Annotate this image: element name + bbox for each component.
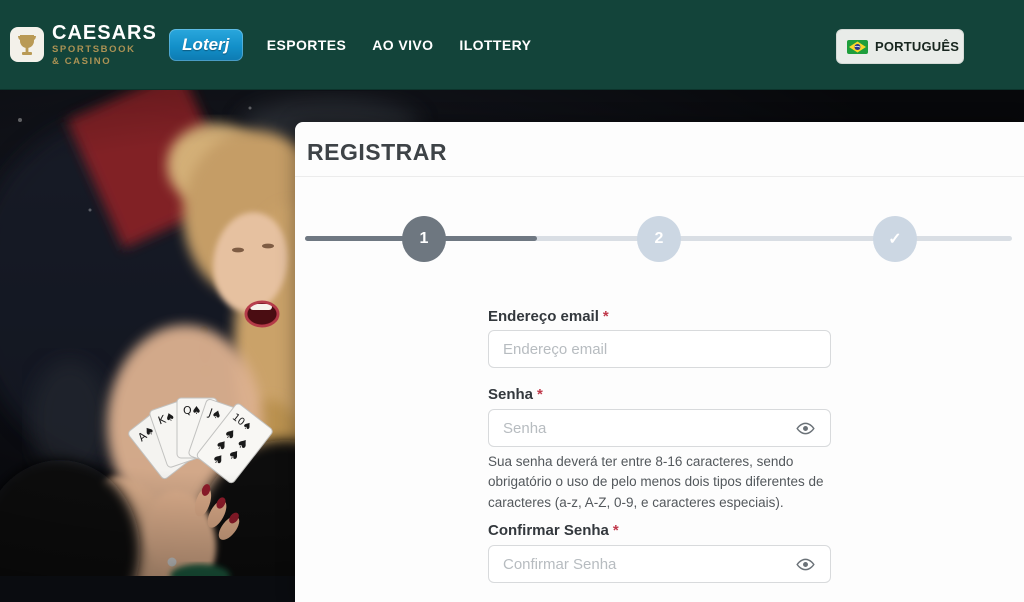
brazil-flag-icon xyxy=(847,40,868,54)
brand-line-casino: & CASINO xyxy=(52,57,157,67)
language-label: PORTUGUÊS xyxy=(875,39,959,54)
step-3-check-icon: ✓ xyxy=(888,229,901,249)
brand-line-sportsbook: SPORTSBOOK xyxy=(52,45,157,55)
required-asterisk: * xyxy=(603,308,609,325)
email-input[interactable] xyxy=(488,330,831,368)
step-3-circle: ✓ xyxy=(873,216,917,262)
step-2-label: 2 xyxy=(655,230,664,248)
password-visibility-toggle[interactable] xyxy=(793,416,817,440)
loterj-label: Loterj xyxy=(182,35,229,55)
email-label-text: Endereço email xyxy=(488,308,599,325)
caesars-logo[interactable]: CAESARS SPORTSBOOK & CASINO xyxy=(10,23,157,66)
caesars-wordmark: CAESARS SPORTSBOOK & CASINO xyxy=(52,23,157,66)
password-helper-text: Sua senha deverá ter entre 8-16 caracter… xyxy=(488,452,834,513)
confirm-password-label-text: Confirmar Senha xyxy=(488,522,609,539)
confirm-password-visibility-toggle[interactable] xyxy=(793,552,817,576)
step-1-label: 1 xyxy=(420,230,429,248)
main-nav: ESPORTES AO VIVO ILOTTERY xyxy=(267,37,532,53)
loterj-logo[interactable]: Loterj xyxy=(169,29,243,61)
nav-item-ilottery[interactable]: ILOTTERY xyxy=(459,37,531,53)
confirm-password-input[interactable] xyxy=(488,545,831,583)
top-navbar: CAESARS SPORTSBOOK & CASINO Loterj ESPOR… xyxy=(0,0,1024,90)
password-field-label: Senha* xyxy=(488,386,543,403)
nav-item-esportes[interactable]: ESPORTES xyxy=(267,37,346,53)
registration-panel: REGISTRAR 1 2 ✓ Endereço email* Senha* xyxy=(295,122,1024,602)
page-title: REGISTRAR xyxy=(307,139,447,166)
title-divider xyxy=(295,176,1024,177)
language-selector[interactable]: PORTUGUÊS xyxy=(836,29,964,64)
step-2-circle: 2 xyxy=(637,216,681,262)
step-1-circle: 1 xyxy=(402,216,446,262)
password-input[interactable] xyxy=(488,409,831,447)
password-label-text: Senha xyxy=(488,386,533,403)
eye-icon xyxy=(796,419,815,438)
email-field-label: Endereço email* xyxy=(488,308,609,325)
nav-item-ao-vivo[interactable]: AO VIVO xyxy=(372,37,433,53)
brand-line-caesars: CAESARS xyxy=(52,23,157,43)
trophy-chalice-icon xyxy=(10,27,44,62)
required-asterisk: * xyxy=(537,386,543,403)
required-asterisk: * xyxy=(613,522,619,539)
confirm-password-field-label: Confirmar Senha* xyxy=(488,522,619,539)
eye-icon xyxy=(796,555,815,574)
